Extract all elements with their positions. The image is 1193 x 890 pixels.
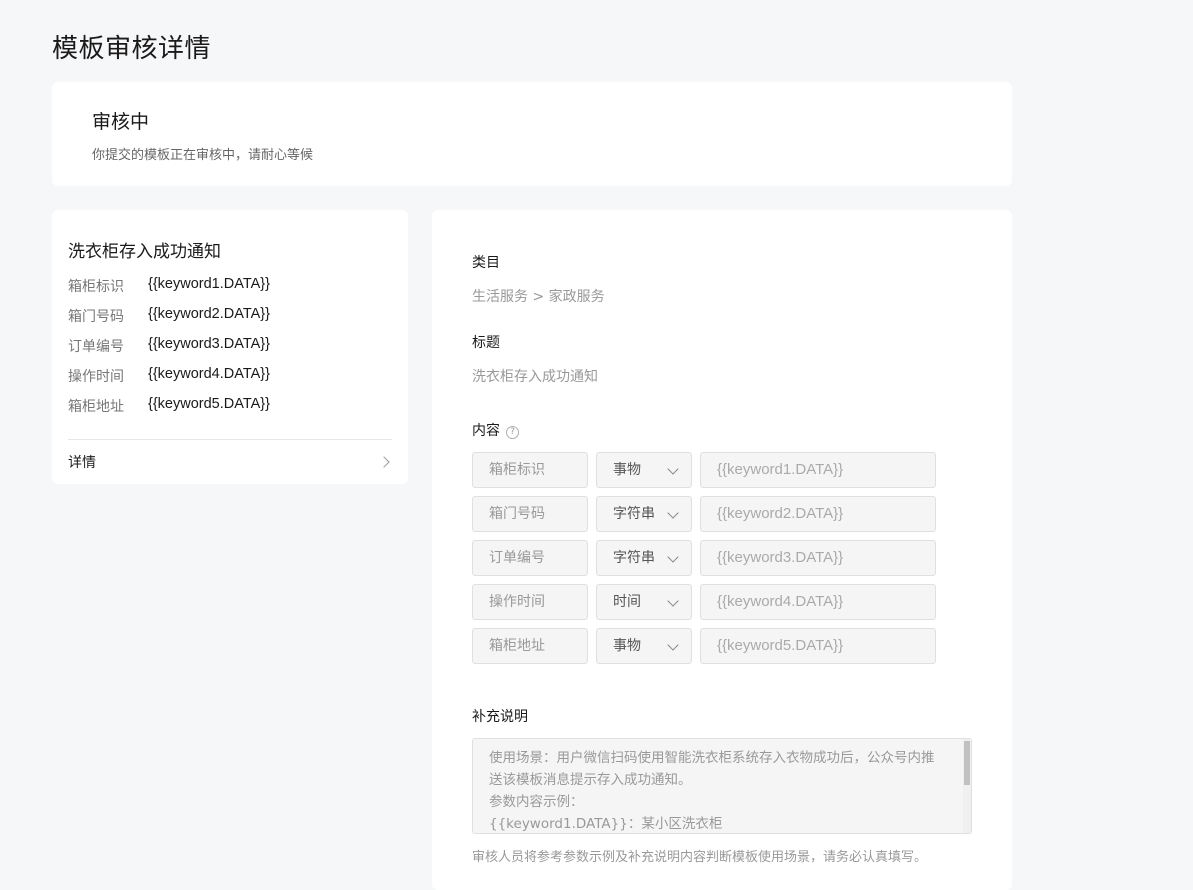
question-circle-icon[interactable]: ? bbox=[506, 426, 519, 439]
keyword-name-field[interactable]: 箱柜标识 bbox=[472, 452, 588, 488]
content-label-row: 内容? bbox=[472, 420, 519, 440]
keyword-data-field[interactable]: {{keyword3.DATA}} bbox=[700, 540, 936, 576]
keyword-name-field[interactable]: 箱柜地址 bbox=[472, 628, 588, 664]
keyword-type-select[interactable]: 字符串 bbox=[596, 540, 692, 576]
preview-value: {{keyword1.DATA}} bbox=[148, 276, 270, 292]
chevron-down-icon bbox=[667, 551, 679, 563]
keyword-row: 箱柜地址 事物 {{keyword5.DATA}} bbox=[472, 628, 936, 664]
template-form-card: 类目 生活服务 > 家政服务 标题 洗衣柜存入成功通知 内容? 箱柜标识 事物 … bbox=[432, 210, 1012, 890]
status-card: 审核中 你提交的模板正在审核中，请耐心等候 bbox=[52, 82, 1012, 186]
detail-label: 详情 bbox=[68, 455, 96, 471]
keyword-data-field[interactable]: {{keyword5.DATA}} bbox=[700, 628, 936, 664]
title-label: 标题 bbox=[472, 335, 500, 351]
keyword-row: 箱柜标识 事物 {{keyword1.DATA}} bbox=[472, 452, 936, 488]
keyword-row: 操作时间 时间 {{keyword4.DATA}} bbox=[472, 584, 936, 620]
preview-row: 箱柜标识 {{keyword1.DATA}} bbox=[68, 276, 270, 306]
supplement-label: 补充说明 bbox=[472, 709, 528, 725]
preview-value: {{keyword4.DATA}} bbox=[148, 366, 270, 382]
chevron-right-icon bbox=[378, 456, 390, 468]
status-description: 你提交的模板正在审核中，请耐心等候 bbox=[92, 148, 314, 163]
page-title: 模板审核详情 bbox=[52, 34, 212, 64]
preview-row: 箱柜地址 {{keyword5.DATA}} bbox=[68, 396, 270, 426]
keyword-row: 订单编号 字符串 {{keyword3.DATA}} bbox=[472, 540, 936, 576]
supplement-hint: 审核人员将参考参数示例及补充说明内容判断模板使用场景，请务必认真填写。 bbox=[472, 850, 928, 865]
keyword-name-field[interactable]: 订单编号 bbox=[472, 540, 588, 576]
preview-key: 箱门号码 bbox=[68, 309, 124, 325]
keyword-data-field[interactable]: {{keyword2.DATA}} bbox=[700, 496, 936, 532]
preview-row: 操作时间 {{keyword4.DATA}} bbox=[68, 366, 270, 396]
content-label: 内容 bbox=[472, 423, 500, 439]
keyword-type-value: 字符串 bbox=[613, 506, 655, 522]
status-title: 审核中 bbox=[92, 111, 150, 133]
template-preview-card: 洗衣柜存入成功通知 箱柜标识 {{keyword1.DATA}} 箱门号码 {{… bbox=[52, 210, 408, 484]
preview-row: 箱门号码 {{keyword2.DATA}} bbox=[68, 306, 270, 336]
keyword-type-value: 字符串 bbox=[613, 550, 655, 566]
preview-divider bbox=[68, 439, 392, 440]
preview-value: {{keyword3.DATA}} bbox=[148, 336, 270, 352]
chevron-down-icon bbox=[667, 595, 679, 607]
preview-value: {{keyword2.DATA}} bbox=[148, 306, 270, 322]
preview-key: 操作时间 bbox=[68, 369, 124, 385]
supplement-scrollbar[interactable] bbox=[963, 739, 971, 833]
keyword-name-field[interactable]: 箱门号码 bbox=[472, 496, 588, 532]
preview-key: 箱柜地址 bbox=[68, 399, 124, 415]
category-label: 类目 bbox=[472, 255, 500, 271]
keyword-type-select[interactable]: 事物 bbox=[596, 628, 692, 664]
preview-value: {{keyword5.DATA}} bbox=[148, 396, 270, 412]
keyword-type-select[interactable]: 事物 bbox=[596, 452, 692, 488]
keyword-type-select[interactable]: 时间 bbox=[596, 584, 692, 620]
keyword-type-value: 事物 bbox=[613, 638, 641, 654]
supplement-textarea[interactable]: 使用场景：用户微信扫码使用智能洗衣柜系统存入衣物成功后，公众号内推送该模板消息提… bbox=[472, 738, 972, 834]
keyword-row: 箱门号码 字符串 {{keyword2.DATA}} bbox=[472, 496, 936, 532]
chevron-down-icon bbox=[667, 463, 679, 475]
keyword-type-value: 时间 bbox=[613, 594, 641, 610]
keyword-name-field[interactable]: 操作时间 bbox=[472, 584, 588, 620]
chevron-down-icon bbox=[667, 507, 679, 519]
preview-detail-link[interactable]: 详情 bbox=[68, 450, 392, 474]
preview-key: 箱柜标识 bbox=[68, 279, 124, 295]
keyword-data-field[interactable]: {{keyword4.DATA}} bbox=[700, 584, 936, 620]
scrollbar-thumb[interactable] bbox=[964, 741, 970, 785]
preview-key: 订单编号 bbox=[68, 339, 124, 355]
keyword-type-value: 事物 bbox=[613, 462, 641, 478]
keyword-data-field[interactable]: {{keyword1.DATA}} bbox=[700, 452, 936, 488]
chevron-down-icon bbox=[667, 639, 679, 651]
preview-row: 订单编号 {{keyword3.DATA}} bbox=[68, 336, 270, 366]
preview-title: 洗衣柜存入成功通知 bbox=[68, 242, 221, 262]
supplement-text: 使用场景：用户微信扫码使用智能洗衣柜系统存入衣物成功后，公众号内推送该模板消息提… bbox=[489, 750, 935, 832]
keyword-type-select[interactable]: 字符串 bbox=[596, 496, 692, 532]
preview-keyword-list: 箱柜标识 {{keyword1.DATA}} 箱门号码 {{keyword2.D… bbox=[68, 276, 270, 426]
title-value: 洗衣柜存入成功通知 bbox=[472, 369, 598, 385]
category-value: 生活服务 > 家政服务 bbox=[472, 289, 605, 305]
